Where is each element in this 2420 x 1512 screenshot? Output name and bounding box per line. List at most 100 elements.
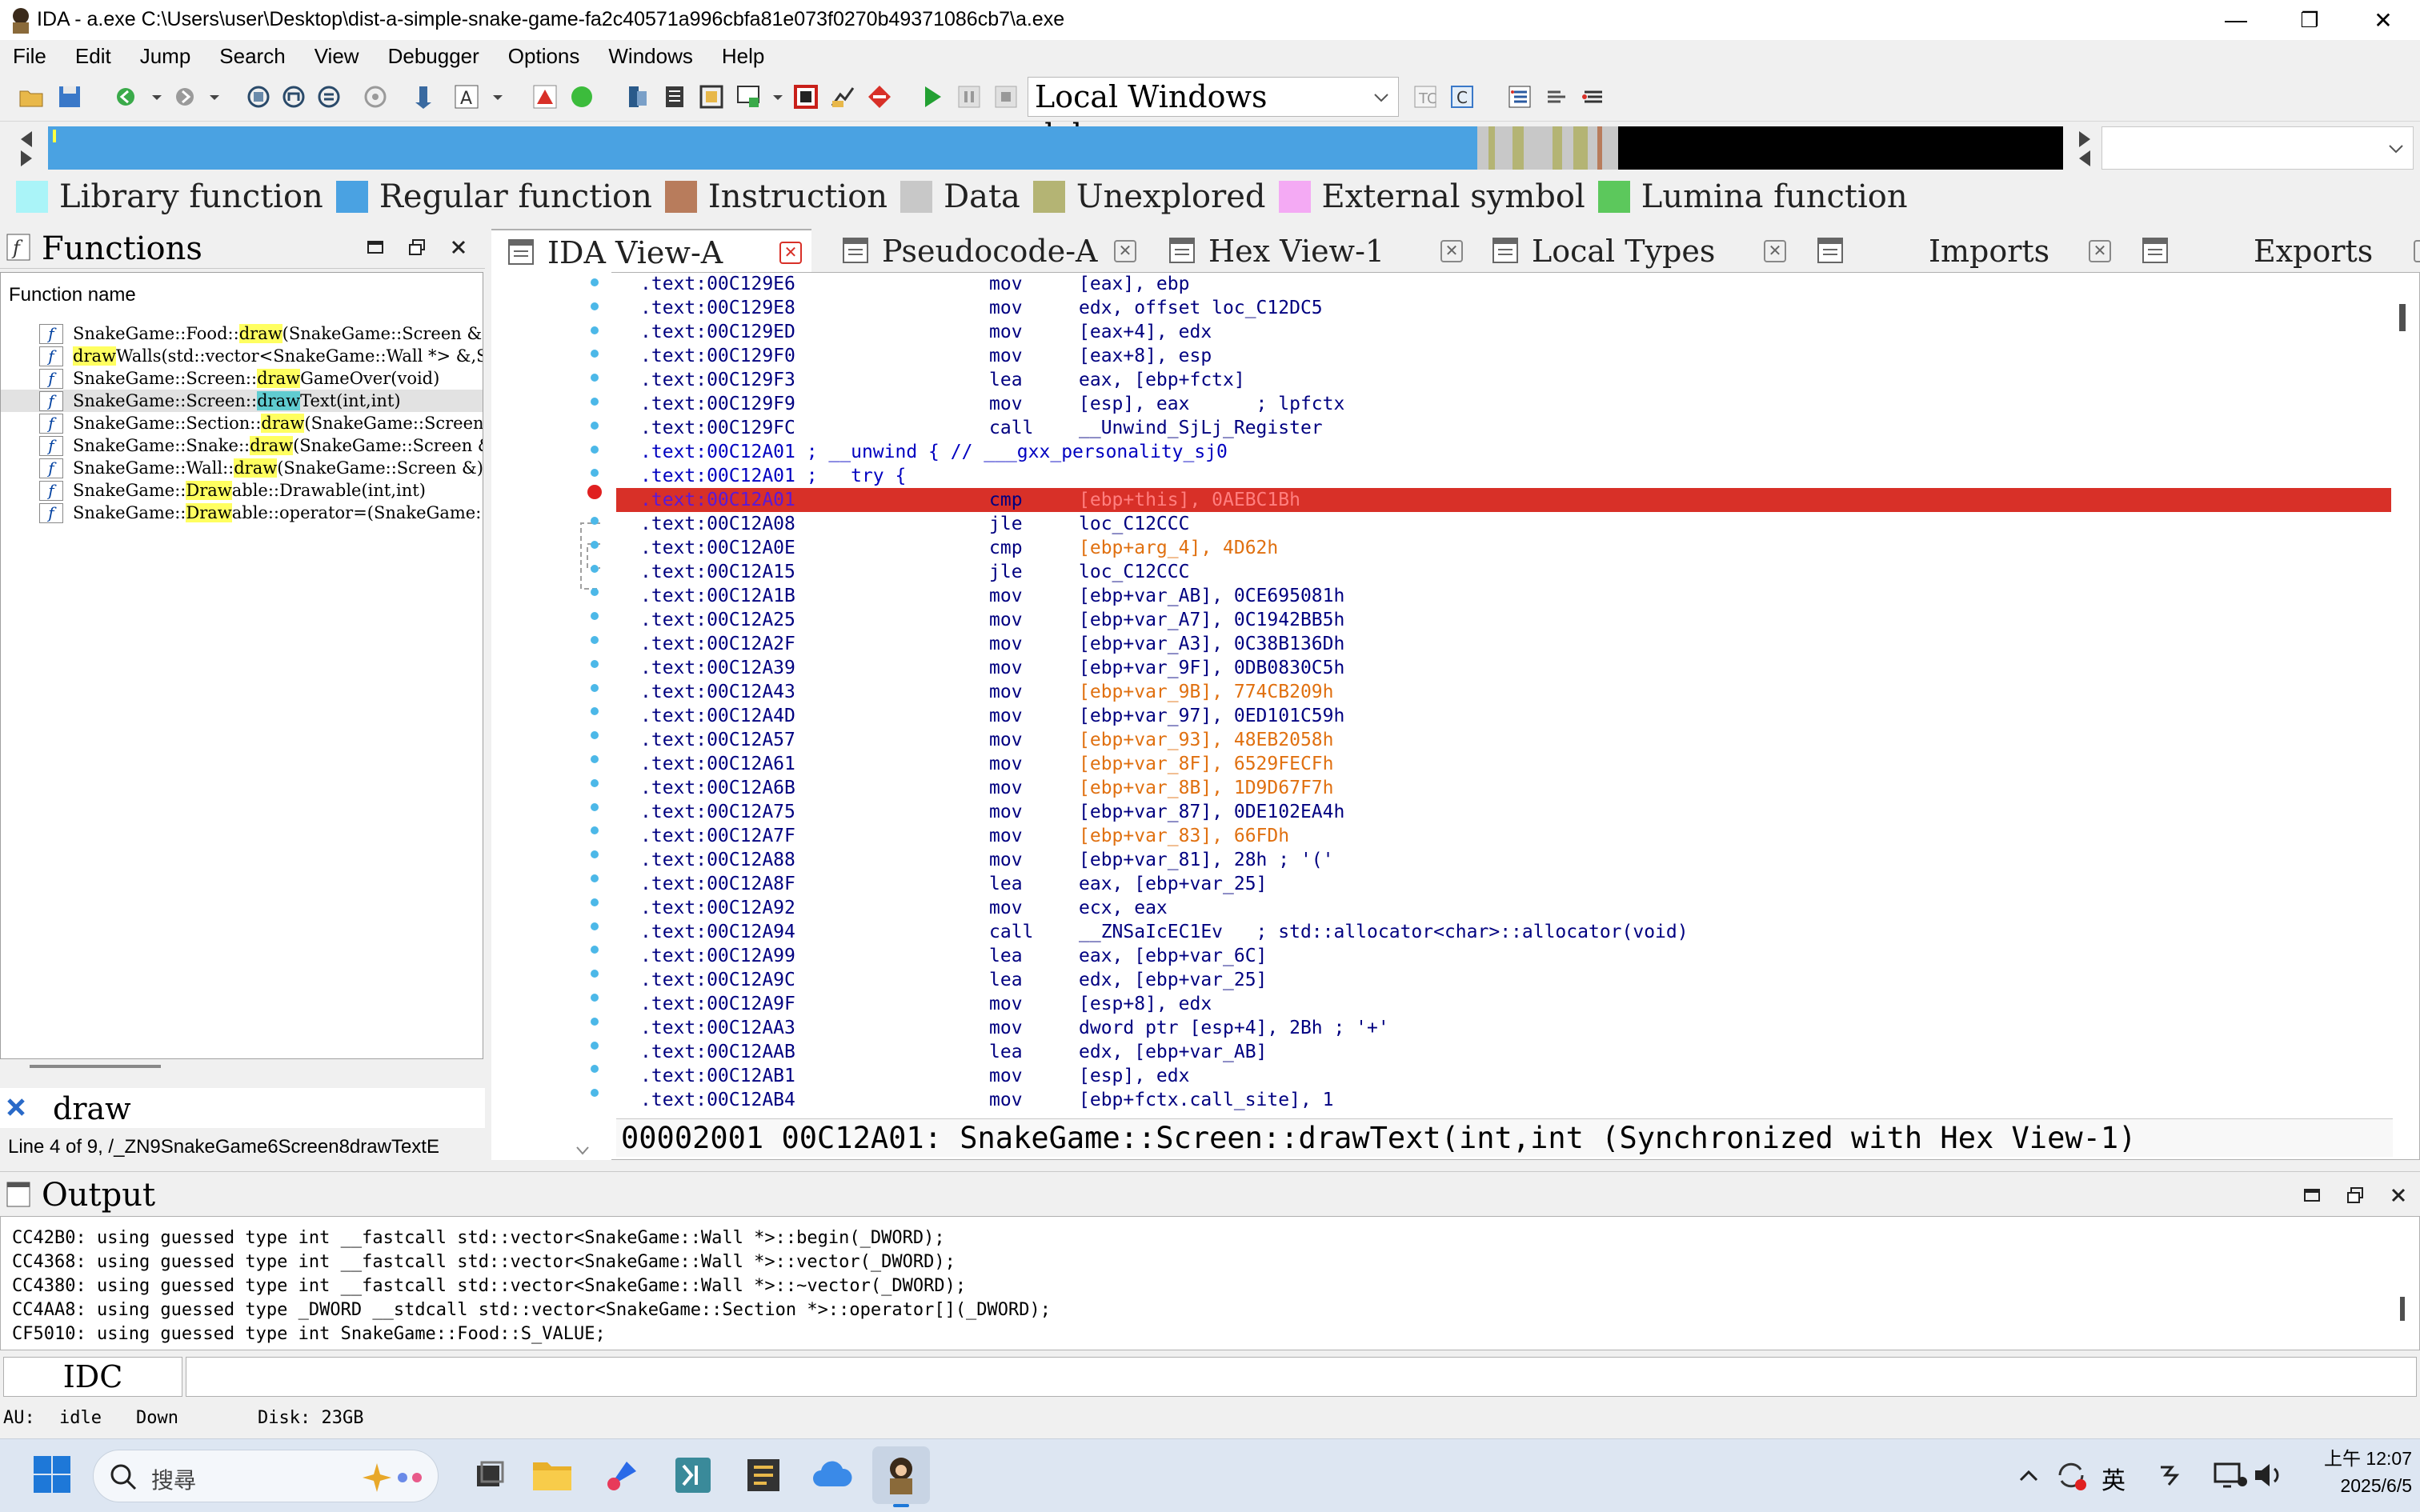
- taskbar-onedrive[interactable]: [803, 1446, 861, 1504]
- panel-float-icon[interactable]: [407, 237, 427, 258]
- save-icon[interactable]: [56, 83, 83, 110]
- network-icon[interactable]: [2212, 1459, 2249, 1491]
- minimize-button[interactable]: —: [2199, 0, 2273, 40]
- tab-hex-view-1[interactable]: Hex View-1 ✕: [1152, 229, 1472, 272]
- idc-command-input[interactable]: [186, 1357, 2417, 1397]
- disasm-line[interactable]: .text:00C129ED mov [eax+4], edx: [616, 320, 2393, 344]
- function-row[interactable]: f SnakeGame::Drawable::Drawable(int,int): [1, 479, 483, 502]
- panel-maximize-icon[interactable]: [365, 237, 386, 258]
- navigation-band[interactable]: [48, 126, 2063, 170]
- menu-search[interactable]: Search: [219, 44, 285, 69]
- function-row[interactable]: f SnakeGame::Screen::drawText(int,int): [1, 390, 483, 412]
- functions-hscrollbar[interactable]: [30, 1065, 161, 1068]
- menu-help[interactable]: Help: [722, 44, 764, 69]
- disasm-line[interactable]: .text:00C12A0E cmp [ebp+arg_4], 4D62h: [616, 536, 2393, 560]
- taskbar-notepad[interactable]: [735, 1446, 792, 1504]
- green-circle-icon[interactable]: [568, 83, 595, 110]
- disasm-vscrollbar[interactable]: [2399, 304, 2406, 331]
- function-row[interactable]: f SnakeGame::Snake::draw(SnakeGame::Scree…: [1, 434, 483, 457]
- disasm-line[interactable]: .text:00C129E6 mov [eax], ebp: [616, 272, 2393, 296]
- function-row[interactable]: f drawWalls(std::vector<SnakeGame::Wall *…: [1, 345, 483, 367]
- navband-address-select[interactable]: [2101, 126, 2414, 170]
- ime-indicator[interactable]: 英: [2101, 1461, 2126, 1496]
- disasm-line[interactable]: .text:00C129F0 mov [eax+8], esp: [616, 344, 2393, 368]
- array-icon[interactable]: [735, 83, 762, 110]
- sync-update-icon[interactable]: [2053, 1458, 2089, 1493]
- tab-close-icon[interactable]: ✕: [1114, 240, 1136, 262]
- tab-local-types[interactable]: Local Types ✕: [1476, 229, 1796, 272]
- breakpoint-toggle-icon[interactable]: [866, 83, 893, 110]
- menu-debugger[interactable]: Debugger: [388, 44, 479, 69]
- close-window-button[interactable]: ✕: [2346, 0, 2420, 40]
- disasm-line[interactable]: .text:00C129F3 lea eax, [ebp+fctx]: [616, 368, 2393, 392]
- tab-imports[interactable]: Imports ✕: [1801, 229, 2121, 272]
- menu-edit[interactable]: Edit: [75, 44, 111, 69]
- trace-function-icon[interactable]: C: [1448, 83, 1476, 110]
- current-instruction-line[interactable]: .text:00C12A01 cmp [ebp+this], 0AEBC1Bh: [616, 488, 2391, 512]
- nav-scroll-left-icon[interactable]: [14, 128, 38, 170]
- disasm-line[interactable]: .text:00C12A43 mov [ebp+var_9B], 774CB209h: [616, 680, 2393, 704]
- struct-var-icon[interactable]: [698, 83, 725, 110]
- ime-mode-icon[interactable]: [2153, 1461, 2185, 1490]
- disasm-line[interactable]: .text:00C12A9F mov [esp+8], edx: [616, 992, 2393, 1016]
- tab-pseudocode-a[interactable]: Pseudocode-A ✕: [826, 229, 1146, 272]
- disasm-line[interactable]: .text:00C12A4D mov [ebp+var_97], 0ED101C59…: [616, 704, 2393, 728]
- stop-debugger-icon[interactable]: [992, 83, 1020, 110]
- output-log[interactable]: CC42B0: using guessed type int __fastcal…: [0, 1216, 2420, 1350]
- pause-debugger-icon[interactable]: [956, 83, 983, 110]
- disasm-line[interactable]: .text:00C12A25 mov [ebp+var_A7], 0C1942BB5…: [616, 608, 2393, 632]
- code-icon[interactable]: [624, 83, 651, 110]
- disasm-line[interactable]: .text:00C129FC call __Unwind_SjLj_Register: [616, 416, 2393, 440]
- function-row[interactable]: f SnakeGame::Drawable::operator=(SnakeGam…: [1, 502, 483, 524]
- disasm-line[interactable]: .text:00C12AAB lea edx, [ebp+var_AB]: [616, 1040, 2393, 1064]
- disasm-line[interactable]: .text:00C12AA3 mov dword ptr [esp+4], 2Bh …: [616, 1016, 2393, 1040]
- taskbar-ida[interactable]: [872, 1446, 930, 1504]
- function-name-column-header[interactable]: Function name: [9, 284, 136, 306]
- tab-ida-view-a[interactable]: IDA View-A ✕: [491, 229, 811, 272]
- taskbar-clock[interactable]: 上午 12:07 2025/6/5: [2308, 1445, 2412, 1499]
- taskbar-task-view[interactable]: [461, 1446, 519, 1504]
- tracing-options-icon[interactable]: [1580, 83, 1607, 110]
- tab-close-icon[interactable]: ✕: [2089, 240, 2111, 262]
- back-dropdown-icon[interactable]: [149, 83, 165, 110]
- menu-options[interactable]: Options: [508, 44, 580, 69]
- disasm-line[interactable]: .text:00C12A99 lea eax, [ebp+var_6C]: [616, 944, 2393, 968]
- gutter-scroll-down-icon[interactable]: [575, 1144, 591, 1157]
- tab-close-icon[interactable]: ✕: [1440, 240, 1463, 262]
- back-arrow-icon[interactable]: [112, 83, 139, 110]
- disasm-line[interactable]: .text:00C12A92 mov ecx, eax: [616, 896, 2393, 920]
- disasm-line[interactable]: .text:00C12A6B mov [ebp+var_8B], 1D9D67F7h: [616, 776, 2393, 800]
- array-dropdown-icon[interactable]: [770, 83, 786, 110]
- jump-icon[interactable]: [410, 83, 437, 110]
- disasm-line[interactable]: .text:00C12A7F mov [ebp+var_83], 66FDh: [616, 824, 2393, 848]
- hex-view-icon[interactable]: [280, 83, 307, 110]
- tab-exports[interactable]: Exports ✕: [2126, 229, 2420, 272]
- function-row[interactable]: f SnakeGame::Section::draw(SnakeGame::Scr…: [1, 412, 483, 434]
- undefine-icon[interactable]: [792, 83, 819, 110]
- start-debugger-icon[interactable]: [919, 83, 946, 110]
- disasm-line[interactable]: .text:00C12A61 mov [ebp+var_8F], 6529FECFh: [616, 752, 2393, 776]
- graph-view-icon[interactable]: [245, 83, 272, 110]
- volume-icon[interactable]: [2252, 1461, 2284, 1490]
- disasm-line[interactable]: .text:00C12A01 ; __unwind { // ___gxx_pe…: [616, 440, 2393, 464]
- tab-close-icon[interactable]: ✕: [779, 242, 802, 264]
- trace-instruction-icon[interactable]: TC: [1412, 83, 1439, 110]
- maximize-button[interactable]: ❐: [2273, 0, 2346, 40]
- disasm-line[interactable]: .text:00C12A94 call __ZNSaIcEC1Ev ; std::a…: [616, 920, 2393, 944]
- disasm-line[interactable]: .text:00C12A8F lea eax, [ebp+var_25]: [616, 872, 2393, 896]
- forward-dropdown-icon[interactable]: [206, 83, 222, 110]
- menu-file[interactable]: File: [13, 44, 46, 69]
- menu-view[interactable]: View: [315, 44, 359, 69]
- menu-windows[interactable]: Windows: [608, 44, 692, 69]
- disasm-line[interactable]: .text:00C12A2F mov [ebp+var_A3], 0C38B136D…: [616, 632, 2393, 656]
- disasm-line[interactable]: .text:00C12A57 mov [ebp+var_93], 48EB2058h: [616, 728, 2393, 752]
- disasm-line[interactable]: .text:00C12A75 mov [ebp+var_87], 0DE102EA4…: [616, 800, 2393, 824]
- panel-maximize-icon[interactable]: [2302, 1185, 2322, 1206]
- windows-start-icon[interactable]: [32, 1454, 72, 1494]
- disasm-line[interactable]: .text:00C12AB1 mov [esp], edx: [616, 1064, 2393, 1088]
- function-row[interactable]: f SnakeGame::Wall::draw(SnakeGame::Screen…: [1, 457, 483, 479]
- tray-chevron-up-icon[interactable]: [2017, 1464, 2041, 1488]
- clear-filter-icon[interactable]: [5, 1096, 27, 1118]
- patch-icon[interactable]: [829, 83, 856, 110]
- output-vscrollbar[interactable]: [2400, 1297, 2405, 1321]
